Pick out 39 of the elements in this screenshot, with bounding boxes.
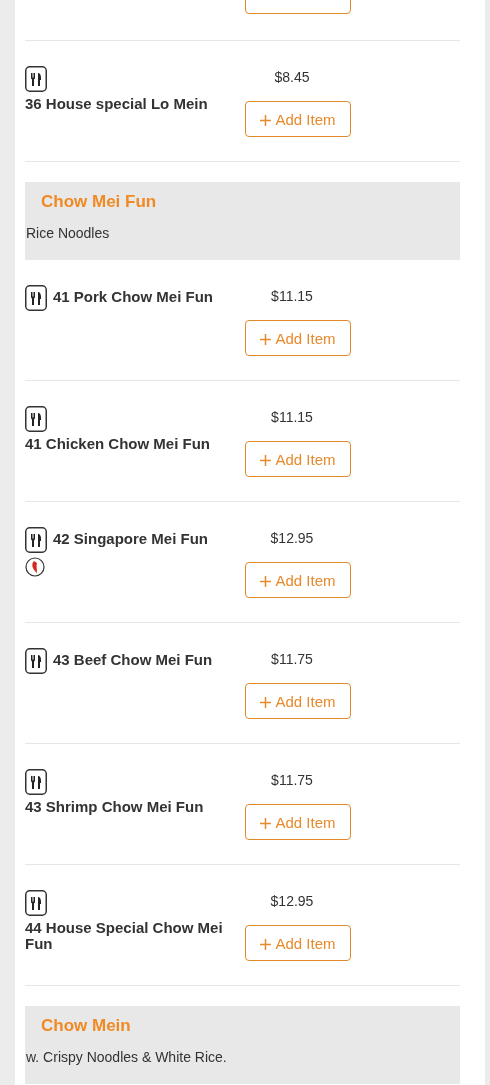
add-item-button[interactable]: Add Item [245, 804, 351, 840]
plus-icon [260, 696, 272, 708]
price: $12.95 [270, 893, 314, 909]
fork-knife-icon [25, 285, 47, 311]
fork-knife-icon [25, 527, 47, 553]
dish-name: 43 Beef Chow Mei Fun [53, 650, 213, 668]
dish-name: 44 House Special Chow Mei Fun [25, 918, 224, 952]
price: $11.75 [271, 772, 313, 788]
dish-name: 42 Singapore Mei Fun [53, 529, 209, 547]
add-item-button[interactable]: Add Item [245, 925, 351, 961]
plus-icon [260, 817, 272, 829]
dish-name: 41 Chicken Chow Mei Fun [25, 434, 211, 452]
dish-name: 43 Shrimp Chow Mei Fun [25, 797, 204, 815]
fork-knife-icon [25, 890, 47, 916]
add-item-button[interactable]: Add Item [245, 562, 351, 598]
add-item-button[interactable]: Add Item [245, 101, 351, 137]
dish-name: 41 Pork Chow Mei Fun [53, 287, 214, 305]
price: $11.15 [271, 288, 313, 304]
plus-icon [260, 454, 272, 466]
price: $8.45 [274, 69, 310, 85]
plus-icon [260, 938, 272, 950]
price: $11.75 [271, 651, 313, 667]
plus-icon [260, 114, 272, 126]
add-item-button[interactable]: Add Item [245, 320, 351, 356]
dish-name: 36 House special Lo Mein [25, 94, 208, 112]
price: $11.15 [271, 409, 313, 425]
category-title: Chow Mein [41, 1016, 132, 1036]
plus-icon [260, 333, 272, 345]
fork-knife-icon [25, 66, 47, 92]
plus-icon [260, 575, 272, 587]
price: $12.95 [270, 530, 314, 546]
add-item-button[interactable]: Add Item [245, 441, 351, 477]
category-title: Chow Mei Fun [41, 192, 158, 212]
category-description: Rice Noodles [26, 225, 111, 241]
fork-knife-icon [25, 769, 47, 795]
add-item-button[interactable]: Add Item [245, 683, 351, 719]
category-description: w. Crispy Noodles & White Rice. [26, 1049, 228, 1065]
fork-knife-icon [25, 406, 47, 432]
fork-knife-icon [25, 648, 47, 674]
